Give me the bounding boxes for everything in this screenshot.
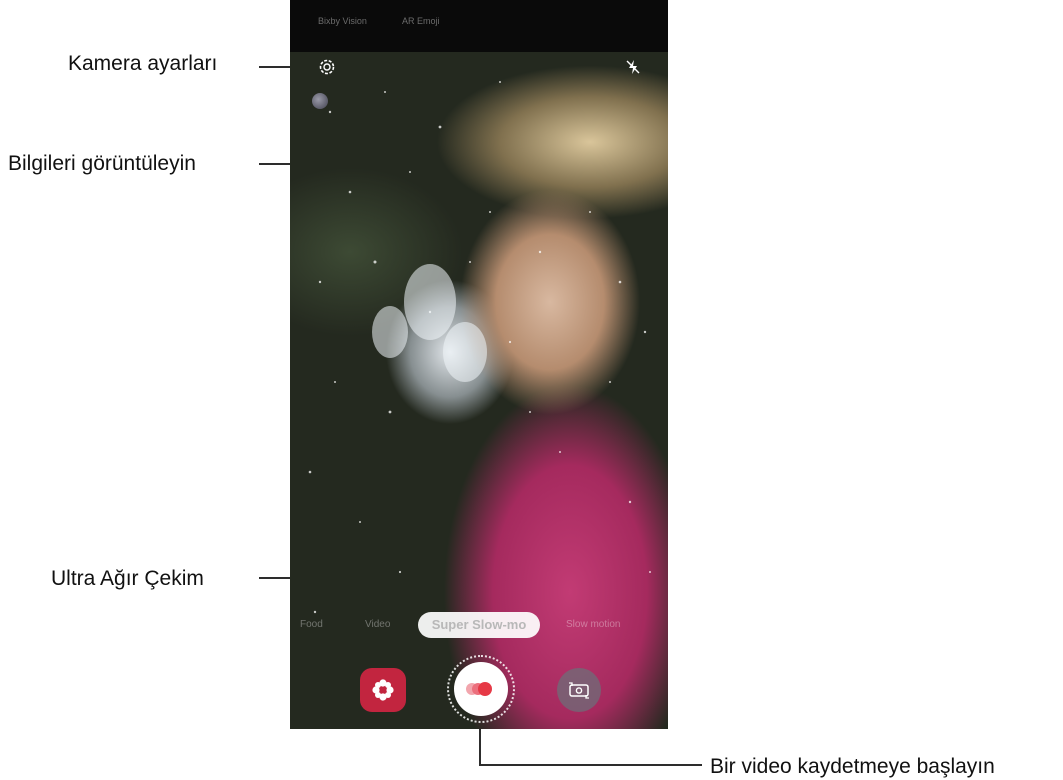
record-button[interactable]	[454, 662, 508, 716]
mode-super-slow-mo[interactable]: Super Slow-mo	[418, 612, 540, 638]
camera-mode-bar: Food Video Super Slow-mo Slow motion	[290, 612, 668, 638]
switch-camera-icon	[569, 682, 589, 699]
gallery-button[interactable]	[360, 668, 406, 712]
mode-slow-motion[interactable]: Slow motion	[566, 619, 620, 630]
gear-icon[interactable]	[317, 57, 337, 77]
view-info-callout: Bilgileri görüntüleyin	[8, 152, 196, 175]
super-slow-mo-callout: Ultra Ağır Çekim	[51, 567, 204, 590]
switch-camera-button[interactable]	[557, 668, 601, 712]
start-recording-leader-line-h	[479, 764, 702, 766]
camera-settings-callout: Kamera ayarları	[68, 52, 218, 75]
start-recording-callout: Bir video kaydetmeye başlayın	[710, 755, 995, 778]
flash-off-icon[interactable]	[623, 57, 643, 77]
camera-screen: Bixby Vision AR Emoji Food Video Super S…	[290, 0, 668, 729]
super-slow-mo-record-icon	[466, 682, 492, 696]
mode-food[interactable]: Food	[300, 619, 323, 630]
gallery-icon	[372, 679, 394, 701]
mode-video[interactable]: Video	[365, 619, 390, 630]
tab-bixby-vision[interactable]: Bixby Vision	[318, 16, 367, 26]
info-dot-icon[interactable]	[312, 93, 328, 109]
tab-ar-emoji[interactable]: AR Emoji	[402, 16, 440, 26]
camera-top-bar: Bixby Vision AR Emoji	[290, 0, 668, 52]
